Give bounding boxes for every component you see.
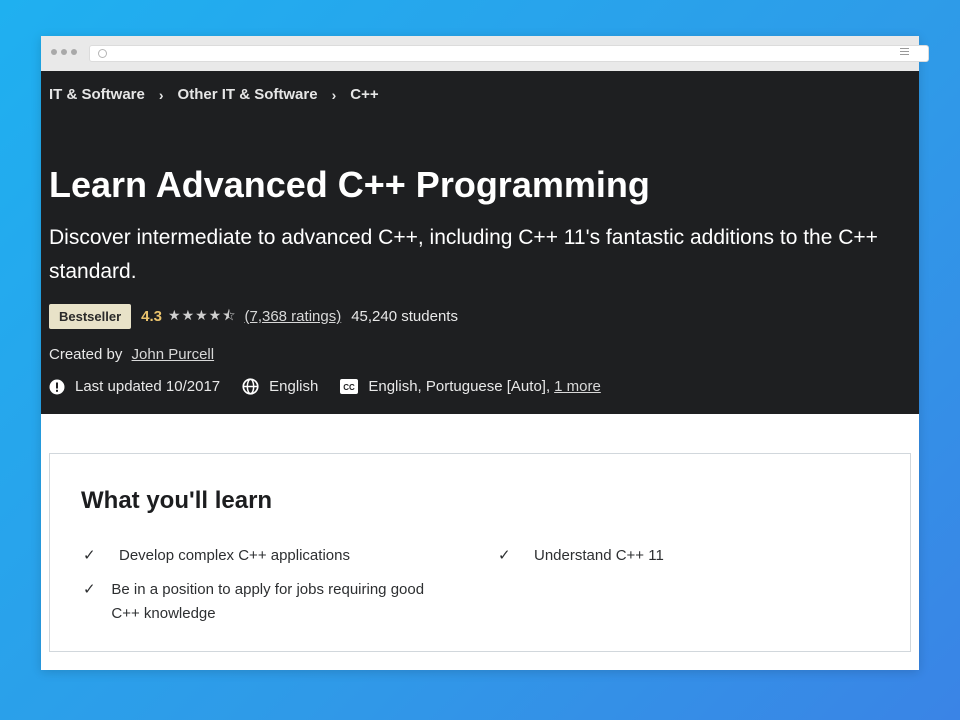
svg-text:CC: CC	[344, 383, 356, 392]
browser-window: IT & Software › Other IT & Software › C+…	[41, 36, 929, 670]
maximize-dot[interactable]	[71, 49, 77, 55]
list-item: ✓ Understand C++ 11	[498, 544, 858, 568]
what-you-learn-box: What you'll learn ✓ Develop complex C++ …	[49, 453, 911, 652]
bestseller-badge: Bestseller	[49, 304, 132, 329]
created-by-label: Created by	[49, 346, 123, 363]
breadcrumb-item-topic[interactable]: C++	[350, 86, 378, 103]
language: English	[242, 378, 318, 395]
breadcrumb-item-subcategory[interactable]: Other IT & Software	[178, 86, 318, 103]
more-captions-link[interactable]: 1 more	[554, 378, 601, 395]
language-text: English	[269, 378, 319, 395]
list-item: ✓ Be in a position to apply for jobs req…	[83, 578, 443, 626]
list-item: ✓ Develop complex C++ applications	[83, 544, 443, 568]
instructor-link[interactable]: John Purcell	[132, 346, 215, 363]
menu-icon[interactable]	[900, 48, 909, 57]
check-icon: ✓	[83, 581, 96, 598]
reload-icon[interactable]	[98, 49, 107, 58]
address-bar[interactable]	[89, 45, 929, 62]
last-updated: Last updated 10/2017	[49, 378, 220, 395]
chevron-right-icon: ›	[158, 86, 164, 103]
minimize-dot[interactable]	[61, 49, 67, 55]
window-controls	[51, 49, 77, 55]
browser-chrome	[41, 36, 929, 71]
alert-badge-icon	[49, 379, 65, 394]
captions: CC English, Portuguese [Auto], 1 more	[340, 378, 601, 395]
rating-value: 4.3	[141, 308, 163, 325]
chevron-right-icon: ›	[331, 86, 337, 103]
learn-item-text: Understand C++ 11	[534, 547, 664, 564]
page-title: Learn Advanced C++ Programming	[49, 164, 650, 205]
learn-section-title: What you'll learn	[81, 487, 273, 514]
learn-item-text: Be in a position to apply for jobs requi…	[111, 581, 425, 622]
students-count: 45,240 students	[351, 308, 458, 325]
last-updated-text: Last updated 10/2017	[75, 378, 221, 395]
course-header: IT & Software › Other IT & Software › C+…	[41, 71, 919, 414]
ratings-count-link[interactable]: (7,368 ratings)	[244, 308, 341, 325]
course-meta: Last updated 10/2017 English CC English,…	[49, 378, 623, 395]
check-icon: ✓	[83, 547, 96, 564]
check-icon: ✓	[498, 547, 511, 564]
captions-text: English, Portuguese [Auto],	[368, 378, 551, 395]
created-by: Created by John Purcell	[49, 346, 214, 363]
rating-row: Bestseller 4.3 ★★★★⯪ (7,368 ratings) 45,…	[49, 304, 458, 329]
closed-captions-icon: CC	[340, 379, 359, 394]
breadcrumb: IT & Software › Other IT & Software › C+…	[49, 86, 379, 103]
course-subtitle: Discover intermediate to advanced C++, i…	[49, 226, 878, 283]
star-rating-icon: ★★★★⯪	[168, 306, 237, 323]
learn-item-text: Develop complex C++ applications	[119, 547, 350, 564]
breadcrumb-item-category[interactable]: IT & Software	[49, 86, 145, 103]
close-dot[interactable]	[51, 49, 57, 55]
globe-icon	[242, 378, 259, 395]
